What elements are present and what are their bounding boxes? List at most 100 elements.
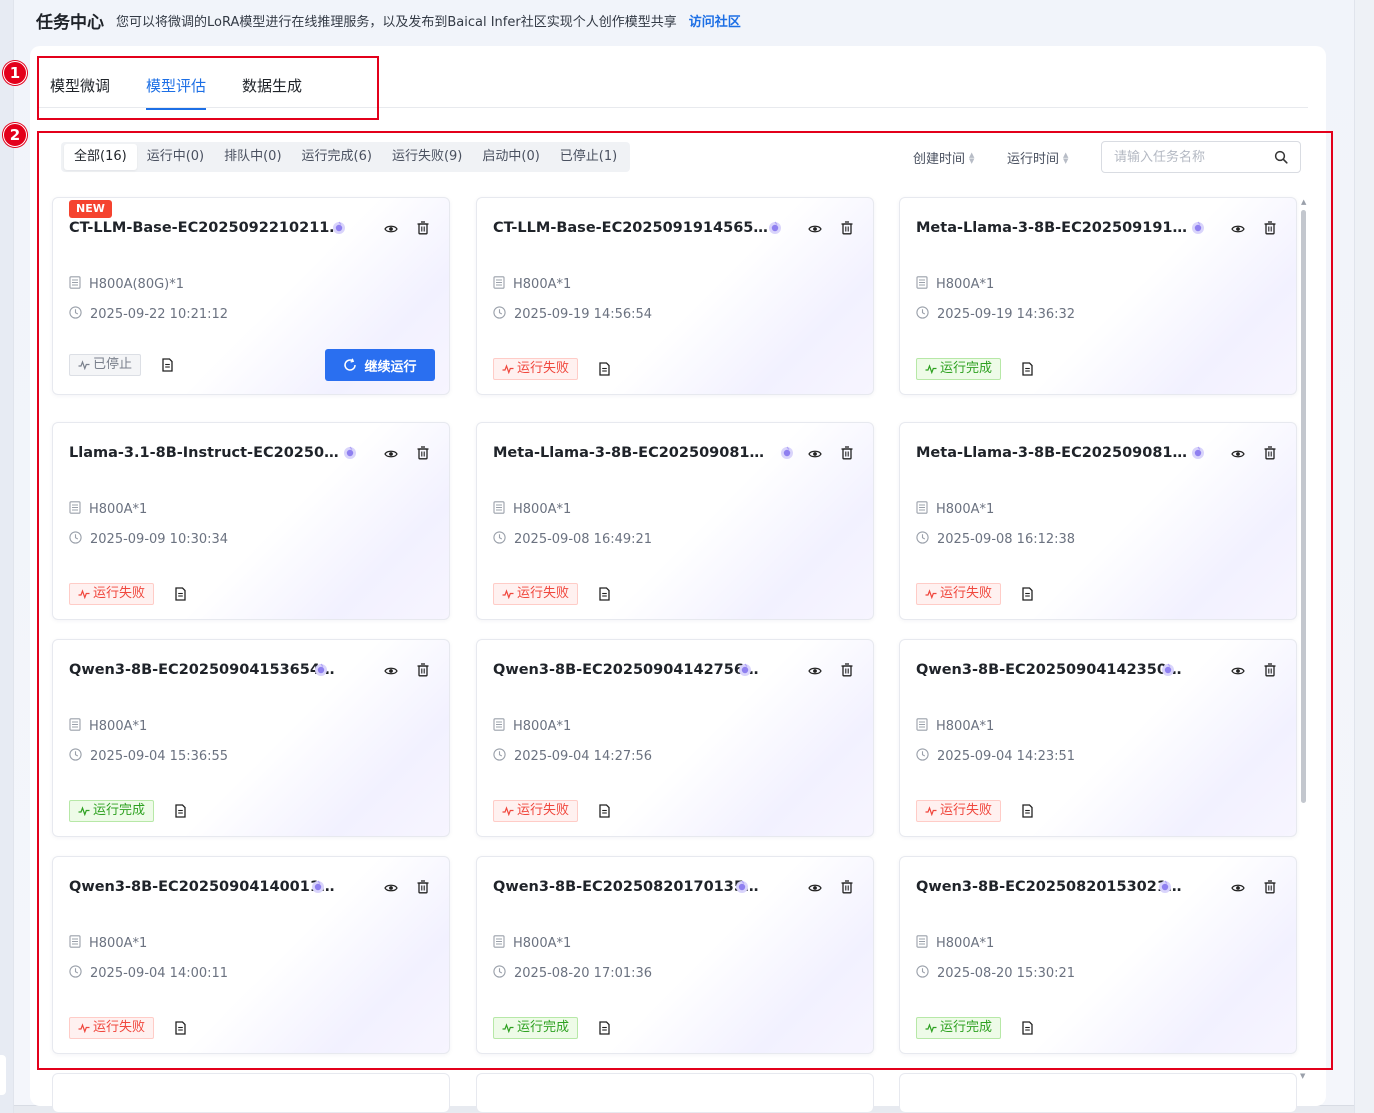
log-file-icon[interactable] xyxy=(174,1021,187,1035)
log-file-icon[interactable] xyxy=(161,358,174,372)
annotation-marker-1: 1 xyxy=(3,61,27,85)
sort-arrows-icon: ▲ ▼ xyxy=(1063,150,1069,165)
model-badge-icon xyxy=(781,446,793,459)
resume-run-label: 继续运行 xyxy=(364,359,417,375)
log-file-icon[interactable] xyxy=(1021,1021,1034,1035)
task-card[interactable]: Meta-Llama-3-8B-EC202509191436... H800A*1… xyxy=(899,197,1297,395)
task-name[interactable]: Qwen3-8B-EC20250904142756544 xyxy=(493,662,768,678)
task-name[interactable]: CT-LLM-Base-EC20250919145653941 xyxy=(493,220,768,236)
trash-icon[interactable] xyxy=(840,446,854,460)
eye-icon[interactable] xyxy=(1231,664,1245,678)
sort-run-time[interactable]: 运行时间 ▲ ▼ xyxy=(1007,148,1068,167)
tab-model-eval[interactable]: 模型评估 xyxy=(146,75,207,110)
eye-icon[interactable] xyxy=(1231,881,1245,895)
filter-running[interactable]: 运行中(0) xyxy=(137,144,214,170)
tab-data-gen[interactable]: 数据生成 xyxy=(242,75,302,110)
task-name[interactable]: Meta-Llama-3-8B-EC202509081649... xyxy=(493,445,768,461)
eye-icon[interactable] xyxy=(384,881,398,895)
scroll-down-arrow[interactable]: ▼ xyxy=(1300,1072,1305,1080)
hardware-icon xyxy=(69,935,89,952)
trash-icon[interactable] xyxy=(840,663,854,677)
filter-completed[interactable]: 运行完成(6) xyxy=(292,144,382,170)
trash-icon[interactable] xyxy=(1263,221,1277,235)
eye-icon[interactable] xyxy=(1231,222,1245,236)
status-badge: 运行失败 xyxy=(69,1017,155,1039)
trash-icon[interactable] xyxy=(840,221,854,235)
hardware-label: H800A(80G)*1 xyxy=(89,277,185,292)
task-card[interactable]: Qwen3-8B-EC20250904142350467 H800A*1 2025-… xyxy=(899,639,1297,837)
sort-created-time[interactable]: 创建时间 ▲ ▼ xyxy=(913,148,974,167)
log-file-icon[interactable] xyxy=(1021,804,1034,818)
log-file-icon[interactable] xyxy=(598,804,611,818)
log-file-icon[interactable] xyxy=(598,1021,611,1035)
task-name[interactable]: CT-LLM-Base-EC20250922102111590 xyxy=(69,220,344,236)
eye-icon[interactable] xyxy=(808,881,822,895)
clock-icon xyxy=(493,531,514,548)
task-name[interactable]: Qwen3-8B-EC20250904142350467 xyxy=(916,662,1191,678)
hardware-icon xyxy=(916,718,936,735)
eye-icon[interactable] xyxy=(808,222,822,236)
visit-community-link[interactable]: 访问社区 xyxy=(689,11,741,30)
hardware-info: H800A*1 xyxy=(69,935,147,952)
scrollbar-thumb[interactable] xyxy=(1301,210,1306,803)
sidebar-handle[interactable] xyxy=(0,1055,6,1095)
filter-failed[interactable]: 运行失败(9) xyxy=(382,144,472,170)
filter-starting[interactable]: 启动中(0) xyxy=(472,144,549,170)
task-card[interactable]: NEW CT-LLM-Base-EC20250922102111590 H800A(… xyxy=(52,197,450,395)
status-pulse-icon xyxy=(925,1023,940,1033)
trash-icon[interactable] xyxy=(416,880,430,894)
task-name[interactable]: Qwen3-8B-EC20250904140011224 xyxy=(69,879,344,895)
eye-icon[interactable] xyxy=(808,664,822,678)
scroll-up-arrow[interactable]: ▲ xyxy=(1301,198,1306,206)
task-name[interactable]: Qwen3-8B-EC20250904153654624 xyxy=(69,662,344,678)
log-file-icon[interactable] xyxy=(598,362,611,376)
status-label: 已停止 xyxy=(93,357,133,372)
status-label: 运行失败 xyxy=(517,586,570,601)
task-card[interactable]: Meta-Llama-3-8B-EC202509081649... H800A*1… xyxy=(476,422,874,620)
task-name[interactable]: Meta-Llama-3-8B-EC202509191436... xyxy=(916,220,1191,236)
filter-stopped[interactable]: 已停止(1) xyxy=(550,144,627,170)
log-file-icon[interactable] xyxy=(1021,587,1034,601)
task-card[interactable]: Qwen3-8B-EC20250820170135181 H800A*1 2025-… xyxy=(476,856,874,1054)
task-card[interactable]: Llama-3.1-8B-Instruct-EC202509091... H800… xyxy=(52,422,450,620)
trash-icon[interactable] xyxy=(1263,446,1277,460)
task-card[interactable]: Qwen3-8B-EC20250904140011224 H800A*1 2025-… xyxy=(52,856,450,1054)
task-name[interactable]: Qwen3-8B-EC20250820153021502 xyxy=(916,879,1191,895)
log-file-icon[interactable] xyxy=(174,587,187,601)
eye-icon[interactable] xyxy=(1231,447,1245,461)
eye-icon[interactable] xyxy=(384,664,398,678)
eye-icon[interactable] xyxy=(384,222,398,236)
log-file-icon[interactable] xyxy=(1021,362,1034,376)
clock-icon xyxy=(916,306,937,323)
status-badge: 运行失败 xyxy=(69,583,155,605)
task-card[interactable]: Qwen3-8B-EC20250820153021502 H800A*1 2025-… xyxy=(899,856,1297,1054)
search-input[interactable] xyxy=(1102,142,1270,172)
filter-queued[interactable]: 排队中(0) xyxy=(214,144,291,170)
hardware-label: H800A*1 xyxy=(513,719,572,734)
task-name[interactable]: Llama-3.1-8B-Instruct-EC202509091... xyxy=(69,445,344,461)
eye-icon[interactable] xyxy=(808,447,822,461)
trash-icon[interactable] xyxy=(1263,663,1277,677)
trash-icon[interactable] xyxy=(416,446,430,460)
task-name[interactable]: Meta-Llama-3-8B-EC202509081612... xyxy=(916,445,1191,461)
log-file-icon[interactable] xyxy=(174,804,187,818)
trash-icon[interactable] xyxy=(1263,880,1277,894)
tab-model-finetune[interactable]: 模型微调 xyxy=(50,75,110,110)
eye-icon[interactable] xyxy=(384,447,398,461)
clock-icon xyxy=(69,306,90,323)
task-card[interactable]: Qwen3-8B-EC20250904153654624 H800A*1 2025-… xyxy=(52,639,450,837)
hardware-label: H800A*1 xyxy=(513,936,572,951)
trash-icon[interactable] xyxy=(840,880,854,894)
trash-icon[interactable] xyxy=(416,663,430,677)
filter-all[interactable]: 全部(16) xyxy=(64,144,137,170)
task-card[interactable]: Meta-Llama-3-8B-EC202509081612... H800A*1… xyxy=(899,422,1297,620)
model-badge-icon xyxy=(1192,446,1204,459)
resume-run-button[interactable]: 继续运行 xyxy=(325,349,435,381)
task-card[interactable]: Qwen3-8B-EC20250904142756544 H800A*1 2025-… xyxy=(476,639,874,837)
log-file-icon[interactable] xyxy=(598,587,611,601)
task-name[interactable]: Qwen3-8B-EC20250820170135181 xyxy=(493,879,768,895)
hardware-icon xyxy=(69,276,89,293)
search-icon[interactable] xyxy=(1274,150,1288,164)
task-card[interactable]: CT-LLM-Base-EC20250919145653941 H800A*1 20… xyxy=(476,197,874,395)
trash-icon[interactable] xyxy=(416,221,430,235)
